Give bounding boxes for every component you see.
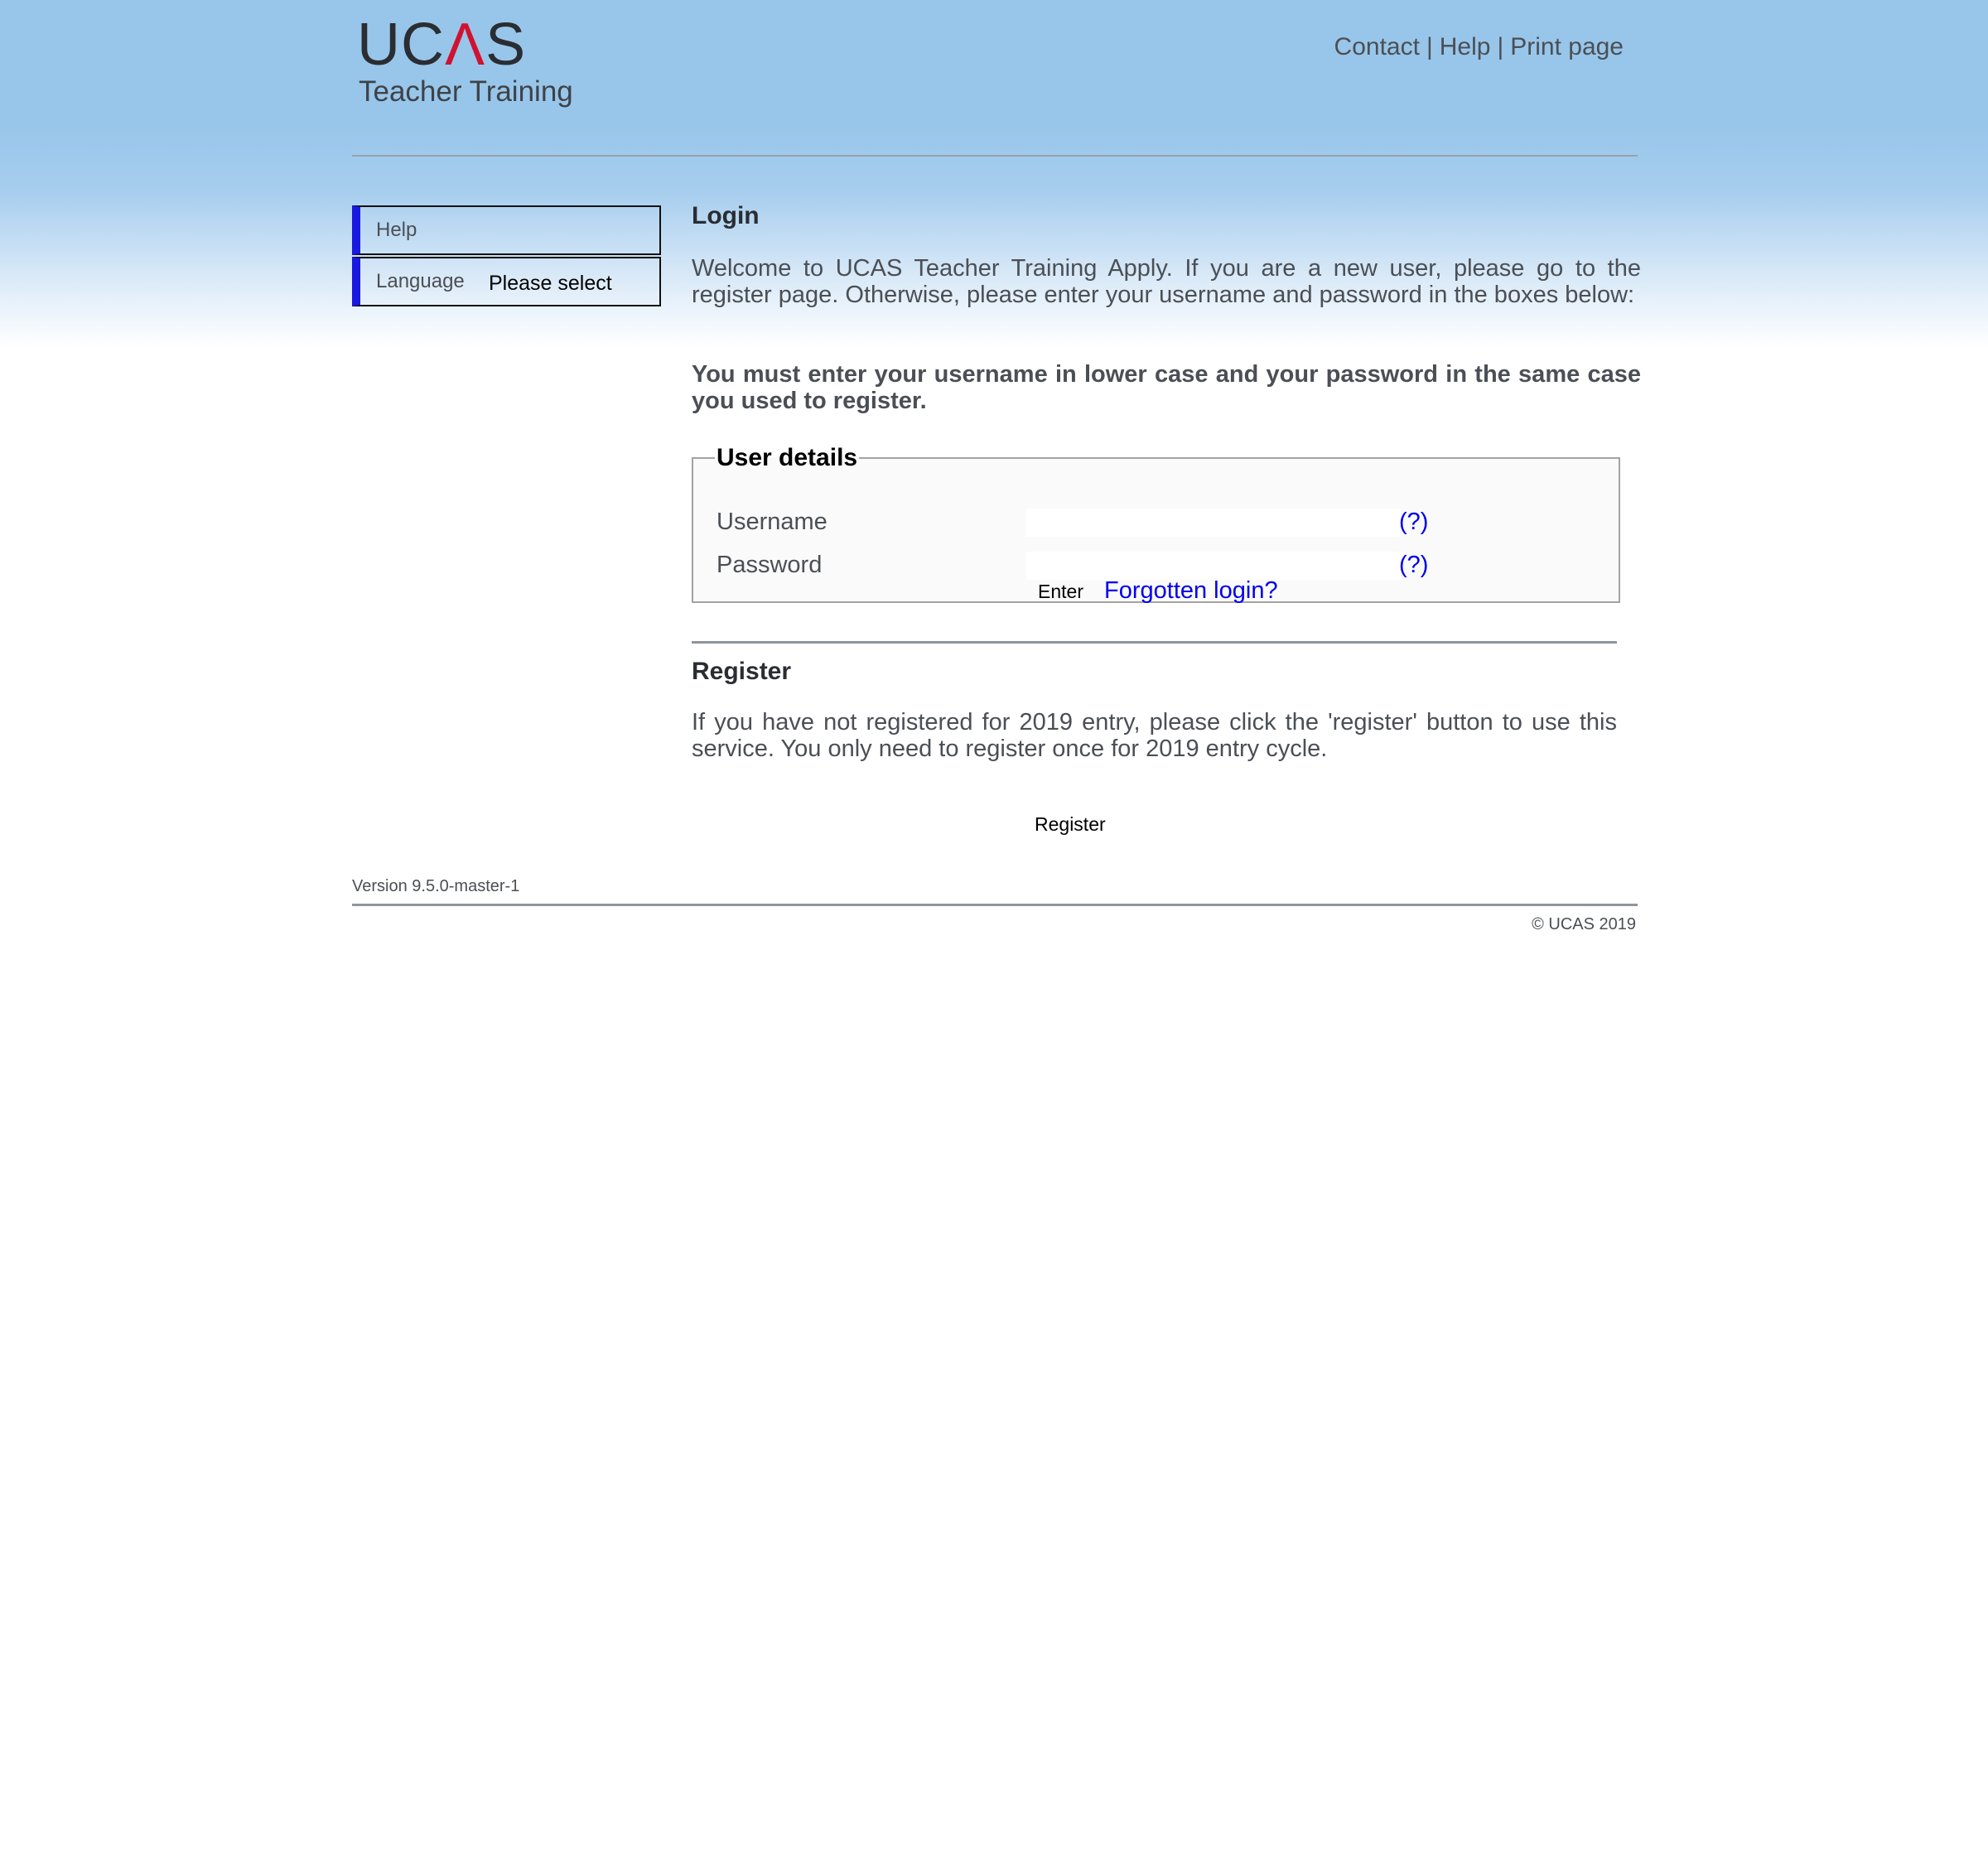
section-divider	[692, 641, 1617, 644]
top-links: Contact | Help | Print page	[1334, 33, 1624, 61]
user-details-fieldset: User details Username (?) Password (?) E…	[692, 444, 1620, 605]
case-note: You must enter your username in lower ca…	[692, 361, 1641, 414]
sidebar-item-language: Language Please select	[352, 257, 661, 306]
version-text: Version 9.5.0-master-1	[352, 877, 520, 895]
sidebar-item-label: Help	[376, 219, 417, 241]
footer-divider	[352, 904, 1638, 906]
ucas-logo[interactable]: UCΛS Teacher Training	[357, 12, 573, 114]
link-separator: |	[1426, 33, 1433, 60]
header-divider	[352, 155, 1638, 157]
print-page-link[interactable]: Print page	[1510, 33, 1624, 60]
copyright-text: © UCAS 2019	[1532, 915, 1636, 933]
username-help-link[interactable]: (?)	[1399, 509, 1428, 536]
sidebar-item-label: Language	[376, 270, 465, 292]
register-button[interactable]: Register	[1035, 813, 1106, 836]
password-input[interactable]	[1026, 552, 1401, 580]
fieldset-legend: User details	[717, 444, 858, 471]
forgotten-login-link[interactable]: Forgotten login?	[1104, 577, 1278, 605]
register-heading: Register	[692, 658, 792, 685]
contact-link[interactable]: Contact	[1334, 33, 1420, 60]
help-link[interactable]: Help	[1440, 33, 1491, 60]
password-help-link[interactable]: (?)	[1399, 552, 1428, 579]
link-separator: |	[1497, 33, 1504, 60]
language-select[interactable]: Please select	[489, 272, 612, 296]
username-label: Username	[717, 509, 828, 535]
welcome-text: Welcome to UCAS Teacher Training Apply. …	[692, 255, 1641, 308]
enter-button[interactable]: Enter	[1038, 581, 1083, 603]
username-input[interactable]	[1026, 509, 1401, 537]
login-heading: Login	[692, 202, 760, 229]
register-text: If you have not registered for 2019 entr…	[692, 709, 1617, 762]
logo-subtitle: Teacher Training	[359, 75, 573, 108]
page-container: UCΛS Teacher Training Contact | Help | Print…	[352, 0, 1641, 1852]
sidebar-item-help[interactable]: Help	[352, 205, 661, 255]
password-label: Password	[717, 552, 823, 578]
logo-wordmark: UCΛS	[357, 12, 527, 78]
